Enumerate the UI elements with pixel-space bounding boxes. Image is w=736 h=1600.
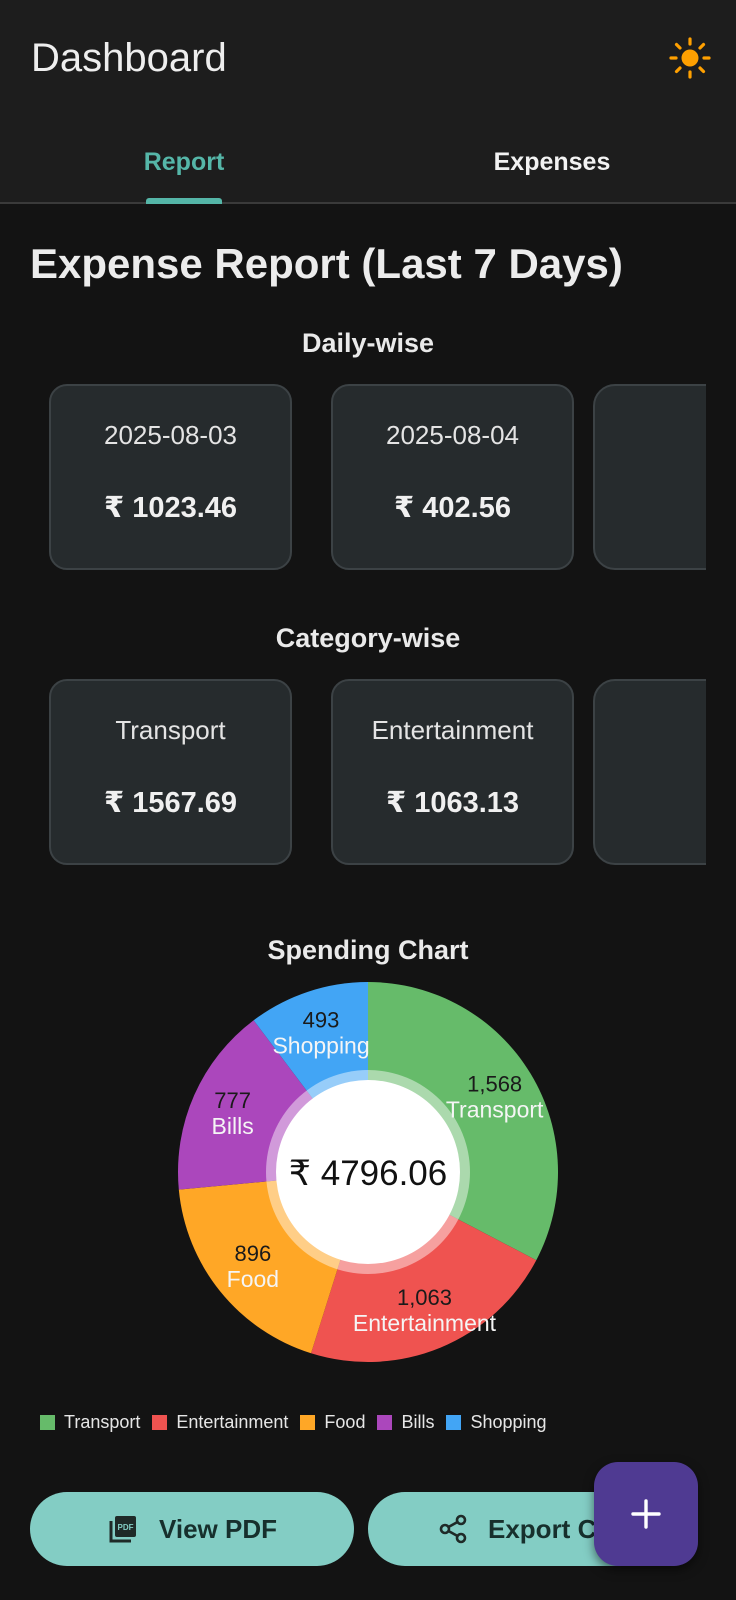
pie-category-label: Bills — [212, 1113, 254, 1139]
category-card[interactable]: Entertainment ₹ 1063.13 — [331, 679, 574, 865]
view-pdf-label: View PDF — [158, 1513, 277, 1544]
pie-slice-entertainment[interactable] — [311, 1172, 537, 1362]
legend-swatch — [152, 1414, 168, 1430]
daily-cards-row[interactable]: 2025-08-03 ₹ 1023.46 2025-08-04 ₹ 402.56 — [0, 384, 706, 574]
daily-card[interactable]: 2025-08-04 ₹ 402.56 — [331, 384, 574, 570]
legend-swatch — [377, 1414, 393, 1430]
daily-card-amount: ₹ 402.56 — [394, 492, 511, 524]
category-card-name: Entertainment — [371, 715, 534, 745]
tab-indicator — [146, 198, 222, 204]
chart-legend: Transport Entertainment Food Bills Shopping — [40, 1410, 559, 1434]
legend-item-shopping: Shopping — [446, 1411, 547, 1433]
category-cards-row[interactable]: Transport ₹ 1567.69 Entertainment ₹ 1063… — [0, 679, 706, 869]
sun-icon — [669, 37, 711, 79]
legend-label: Transport — [64, 1411, 141, 1432]
pie-value-label: 1,568 — [467, 1071, 522, 1096]
plus-icon — [631, 1499, 661, 1529]
pie-center-total: ₹ 4796.06 — [289, 1154, 448, 1193]
legend-item-transport: Transport — [40, 1412, 140, 1433]
pdf-icon: PDF — [107, 1513, 139, 1545]
pie-slice-food[interactable] — [178, 1172, 368, 1354]
pie-value-label: 493 — [303, 1008, 340, 1033]
tab-expenses-label: Expenses — [493, 148, 611, 176]
daily-card-date: 2025-08-04 — [386, 420, 519, 450]
category-card-amount: ₹ 1063.13 — [385, 787, 520, 819]
add-expense-fab[interactable] — [594, 1462, 698, 1566]
category-card-partial[interactable] — [593, 679, 706, 865]
donut-hole — [276, 1080, 460, 1264]
tab-report[interactable]: Report — [0, 120, 368, 204]
daily-card-partial[interactable] — [593, 384, 706, 570]
pie-slice-transport[interactable] — [368, 982, 559, 1261]
pie-slice-shopping[interactable] — [253, 982, 368, 1172]
pie-value-label: 896 — [235, 1241, 272, 1266]
legend-item-bills: Bills — [377, 1412, 434, 1433]
legend-item-entertainment: Entertainment — [152, 1412, 288, 1433]
pie-category-label: Shopping — [272, 1033, 369, 1059]
pie-category-label: Food — [227, 1266, 279, 1292]
app-title: Dashboard — [31, 36, 227, 80]
donut-ring — [266, 1070, 470, 1274]
svg-text:PDF: PDF — [117, 1523, 133, 1532]
legend-label: Bills — [401, 1411, 435, 1432]
pie-category-label: Transport — [446, 1096, 544, 1122]
top-app-bar: Dashboard Report Expenses — [0, 0, 736, 204]
app-root: Dashboard Report Expenses Expense Report… — [0, 0, 736, 1600]
legend-swatch — [446, 1414, 462, 1430]
legend-label: Entertainment — [176, 1411, 289, 1432]
pie-value-label: 777 — [214, 1088, 251, 1113]
pie-category-label: Entertainment — [353, 1310, 497, 1336]
view-pdf-button[interactable]: PDF View PDF — [30, 1492, 354, 1566]
category-card-amount: ₹ 1567.69 — [103, 787, 238, 819]
legend-swatch — [300, 1414, 316, 1430]
legend-label: Food — [324, 1411, 366, 1432]
chart-title: Spending Chart — [267, 935, 469, 965]
category-card-name: Transport — [115, 715, 226, 745]
legend-item-food: Food — [300, 1412, 365, 1433]
tab-expenses[interactable]: Expenses — [368, 120, 736, 204]
legend-label: Shopping — [470, 1411, 547, 1432]
daily-card-amount: ₹ 1023.46 — [103, 492, 238, 524]
report-heading: Expense Report (Last 7 Days) — [30, 240, 623, 287]
daily-card[interactable]: 2025-08-03 ₹ 1023.46 — [49, 384, 292, 570]
pie-slice-bills[interactable] — [178, 1020, 368, 1190]
daily-card-date: 2025-08-03 — [104, 420, 237, 450]
pie-value-label: 1,063 — [397, 1285, 452, 1310]
theme-toggle-button[interactable] — [666, 34, 714, 82]
legend-swatch — [40, 1414, 55, 1430]
daily-section-title: Daily-wise — [301, 328, 435, 358]
share-icon — [438, 1514, 468, 1544]
tab-report-label: Report — [143, 148, 225, 176]
category-section-title: Category-wise — [275, 623, 461, 653]
category-card[interactable]: Transport ₹ 1567.69 — [49, 679, 292, 865]
